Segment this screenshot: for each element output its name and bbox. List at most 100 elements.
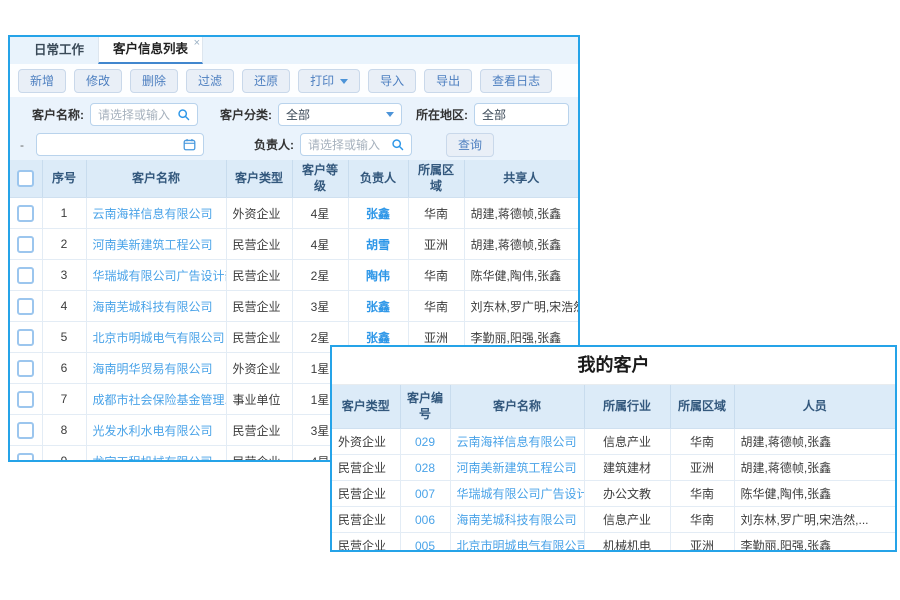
customer-code-link[interactable]: 028 (415, 461, 435, 475)
customer-name-link[interactable]: 华瑞城有限公司广告设计部 (93, 269, 227, 283)
owner-input[interactable]: 请选择或输入 (300, 133, 412, 156)
customer-type-cell: 民营企业 (226, 446, 292, 463)
customer-name-link[interactable]: 北京市明城电气有限公司 (93, 331, 225, 345)
row-checkbox-cell (10, 446, 42, 463)
row-checkbox-cell (10, 353, 42, 384)
customer-code-link[interactable]: 029 (415, 435, 435, 449)
col-name: 客户名称 (450, 385, 584, 429)
customer-code-cell: 029 (400, 429, 450, 455)
customer-name-link[interactable]: 云南海祥信息有限公司 (93, 207, 213, 221)
my-customer-row[interactable]: 民营企业005北京市明城电气有限公司机械机电亚洲李勤丽,阳强,张鑫 (332, 533, 895, 553)
close-icon[interactable]: × (194, 38, 200, 49)
shared-people-cell: 陈华健,陶伟,张鑫 (464, 260, 578, 291)
row-checkbox[interactable] (17, 422, 34, 439)
view-log-button[interactable]: 查看日志 (480, 69, 552, 93)
customer-name-link[interactable]: 光发水利水电有限公司 (93, 424, 213, 438)
filter-button[interactable]: 过滤 (186, 69, 234, 93)
customer-code-cell: 028 (400, 455, 450, 481)
my-customer-row[interactable]: 民营企业028河南美新建筑工程公司建筑建材亚洲胡建,蒋德帧,张鑫 (332, 455, 895, 481)
tab-customer-list[interactable]: 客户信息列表 × (98, 37, 203, 64)
my-customer-row[interactable]: 民营企业006海南芜城科技有限公司信息产业华南刘东林,罗广明,宋浩然,... (332, 507, 895, 533)
my-customer-row[interactable]: 民营企业007华瑞城有限公司广告设计部办公文教华南陈华健,陶伟,张鑫 (332, 481, 895, 507)
customer-name-link[interactable]: 河南美新建筑工程公司 (93, 238, 213, 252)
col-region: 所属区域 (408, 160, 464, 198)
add-button-label: 新增 (30, 74, 54, 88)
filter-button-label: 过滤 (198, 74, 222, 88)
owner-link[interactable]: 张鑫 (366, 331, 390, 345)
customer-name-link[interactable]: 海南芜城科技有限公司 (457, 513, 577, 527)
chevron-down-icon (386, 112, 394, 117)
customer-name-link[interactable]: 河南美新建筑工程公司 (457, 461, 577, 475)
export-button[interactable]: 导出 (424, 69, 472, 93)
customer-name-input[interactable]: 请选择或输入 (90, 103, 198, 126)
tab-daily-work-label: 日常工作 (34, 43, 84, 57)
people-cell: 刘东林,罗广明,宋浩然,... (734, 507, 895, 533)
customer-type-cell: 外资企业 (332, 429, 400, 455)
row-index: 1 (42, 198, 86, 229)
row-checkbox[interactable] (17, 205, 34, 222)
select-all-checkbox[interactable] (17, 170, 34, 187)
row-checkbox-cell (10, 229, 42, 260)
col-shared: 共享人 (464, 160, 578, 198)
region-select[interactable]: 全部 (474, 103, 569, 126)
customer-name-cell: 海南芜城科技有限公司 (86, 291, 226, 322)
row-checkbox[interactable] (17, 236, 34, 253)
tab-customer-list-label: 客户信息列表 (113, 42, 188, 56)
customer-type-cell: 民营企业 (226, 260, 292, 291)
row-checkbox[interactable] (17, 391, 34, 408)
customer-row[interactable]: 3华瑞城有限公司广告设计部民营企业2星陶伟华南陈华健,陶伟,张鑫 (10, 260, 578, 291)
tab-daily-work[interactable]: 日常工作 (20, 37, 98, 64)
col-index: 序号 (42, 160, 86, 198)
customer-row[interactable]: 2河南美新建筑工程公司民营企业4星胡雪亚洲胡建,蒋德帧,张鑫 (10, 229, 578, 260)
row-checkbox[interactable] (17, 267, 34, 284)
customer-name-link[interactable]: 成都市社会保险基金管理... (93, 393, 227, 407)
region-cell: 华南 (408, 198, 464, 229)
customer-name-link[interactable]: 海南芜城科技有限公司 (93, 300, 213, 314)
row-checkbox[interactable] (17, 329, 34, 346)
owner-link[interactable]: 胡雪 (366, 238, 390, 252)
customer-name-link[interactable]: 海南明华贸易有限公司 (93, 362, 213, 376)
row-checkbox[interactable] (17, 453, 34, 463)
customer-row[interactable]: 4海南芜城科技有限公司民营企业3星张鑫华南刘东林,罗广明,宋浩然,张鑫 (10, 291, 578, 322)
customer-code-link[interactable]: 007 (415, 487, 435, 501)
col-customer-type: 客户类型 (226, 160, 292, 198)
edit-button-label: 修改 (86, 74, 110, 88)
owner-link[interactable]: 张鑫 (366, 207, 390, 221)
add-button[interactable]: 新增 (18, 69, 66, 93)
customer-class-value: 全部 (286, 106, 310, 123)
customer-code-link[interactable]: 005 (415, 539, 435, 553)
customer-class-select[interactable]: 全部 (278, 103, 402, 126)
customer-class-label: 客户分类: (220, 106, 272, 123)
search-icon (177, 108, 190, 121)
query-button[interactable]: 查询 (446, 133, 494, 157)
customer-row[interactable]: 1云南海祥信息有限公司外资企业4星张鑫华南胡建,蒋德帧,张鑫 (10, 198, 578, 229)
customer-name-label: 客户名称: (32, 106, 84, 123)
customer-name-cell: 海南明华贸易有限公司 (86, 353, 226, 384)
edit-button[interactable]: 修改 (74, 69, 122, 93)
row-checkbox[interactable] (17, 298, 34, 315)
customer-name-link[interactable]: 华瑞城有限公司广告设计部 (457, 487, 585, 501)
industry-cell: 机械机电 (584, 533, 670, 553)
customer-name-link[interactable]: 云南海祥信息有限公司 (457, 435, 577, 449)
import-button[interactable]: 导入 (368, 69, 416, 93)
people-cell: 陈华健,陶伟,张鑫 (734, 481, 895, 507)
row-checkbox[interactable] (17, 360, 34, 377)
print-button[interactable]: 打印 (298, 69, 360, 93)
my-customer-row[interactable]: 外资企业029云南海祥信息有限公司信息产业华南胡建,蒋德帧,张鑫 (332, 429, 895, 455)
delete-button[interactable]: 删除 (130, 69, 178, 93)
row-checkbox-cell (10, 260, 42, 291)
region-cell: 华南 (670, 429, 734, 455)
owner-link[interactable]: 陶伟 (366, 269, 390, 283)
col-customer-level: 客户等级 (292, 160, 348, 198)
customer-code-cell: 005 (400, 533, 450, 553)
industry-cell: 信息产业 (584, 429, 670, 455)
customer-name-link[interactable]: 北京市明城电气有限公司 (457, 539, 585, 552)
customer-name-link[interactable]: 龙宇工程机械有限公司 (93, 455, 213, 463)
row-index: 8 (42, 415, 86, 446)
region-cell: 华南 (408, 260, 464, 291)
customer-code-link[interactable]: 006 (415, 513, 435, 527)
industry-cell: 信息产业 (584, 507, 670, 533)
owner-link[interactable]: 张鑫 (366, 300, 390, 314)
restore-button[interactable]: 还原 (242, 69, 290, 93)
date-input[interactable] (36, 133, 204, 156)
